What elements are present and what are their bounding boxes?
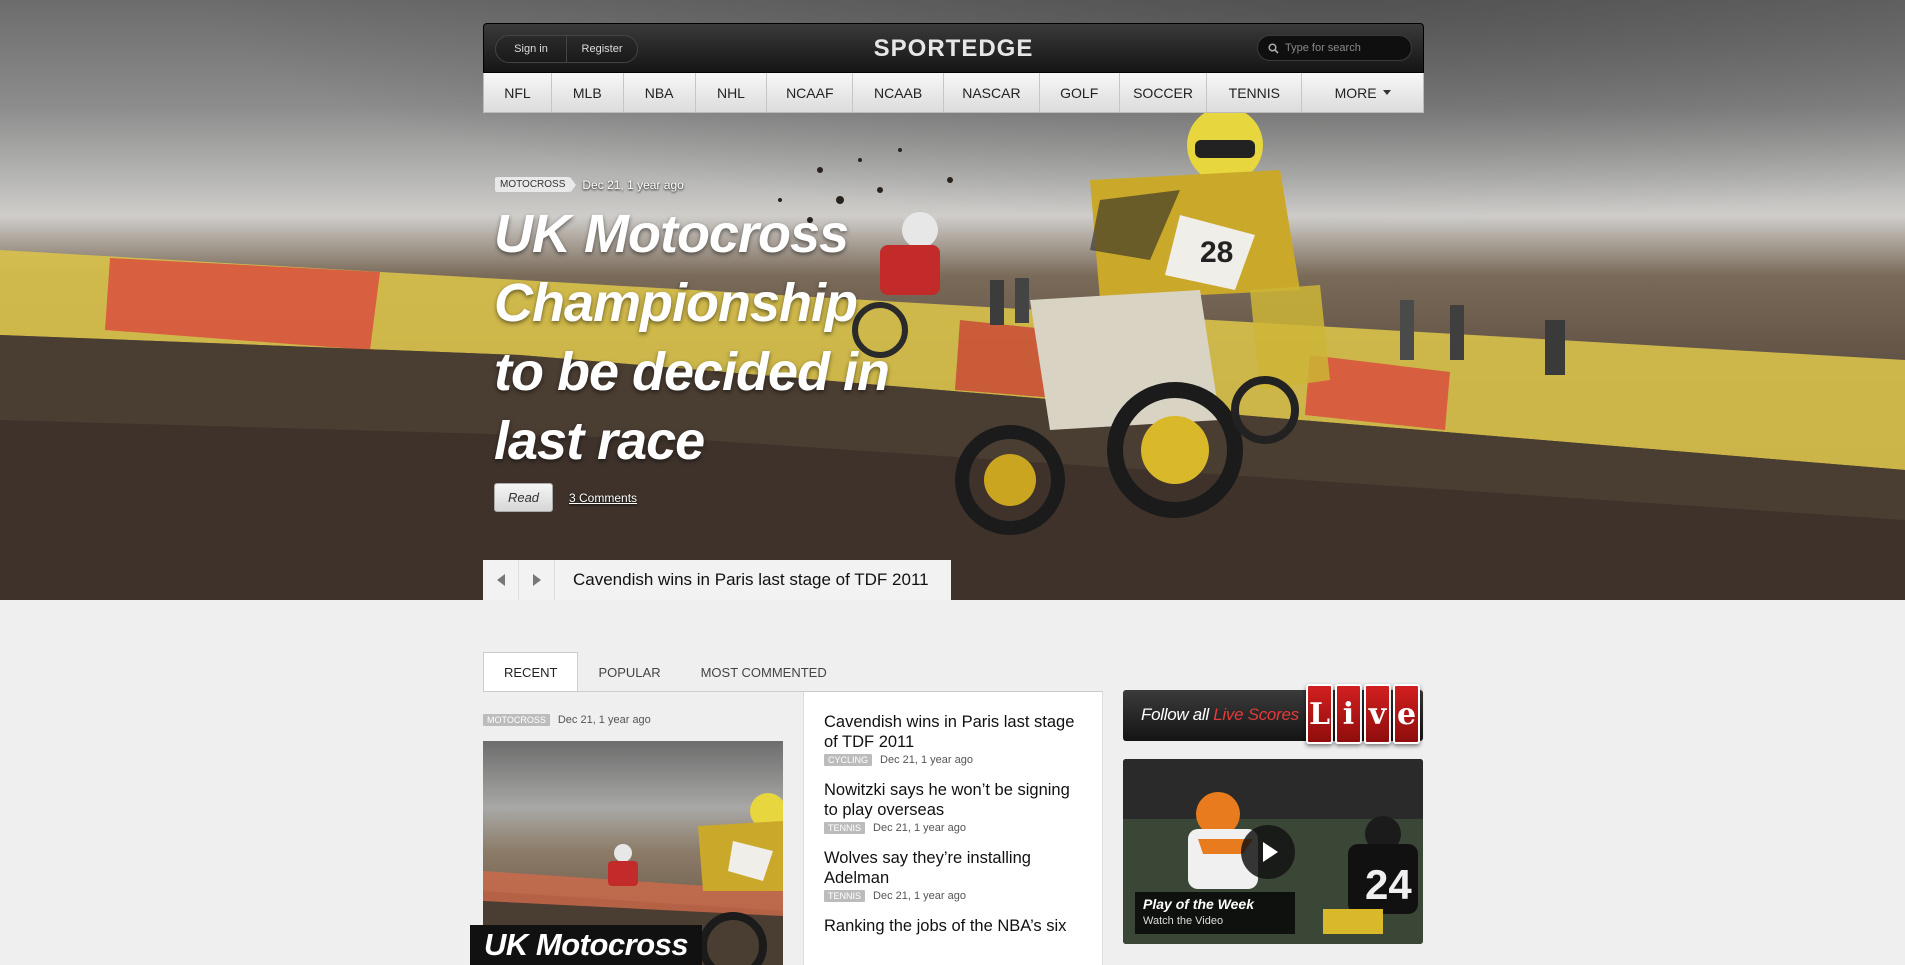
play-button[interactable] (1241, 825, 1295, 879)
nav-item-nhl[interactable]: NHL (696, 73, 768, 112)
news-category-tag[interactable]: TENNIS (824, 822, 866, 834)
nav-item-soccer[interactable]: SOCCER (1120, 73, 1208, 112)
nav-item-tennis[interactable]: TENNIS (1207, 73, 1303, 112)
live-letter: e (1393, 684, 1420, 744)
hero-meta: MOTOCROSS Dec 21, 1 year ago (495, 177, 684, 193)
tab-most-commented[interactable]: MOST COMMENTED (681, 652, 847, 692)
hero-headline[interactable]: UK Motocross Championship to be decided … (494, 200, 914, 476)
headline-slider: Cavendish wins in Paris last stage of TD… (483, 560, 951, 600)
tab-popular[interactable]: POPULAR (578, 652, 680, 692)
live-scores-banner[interactable]: Follow all Live Scores L i v e (1123, 684, 1423, 744)
nav-item-ncaab[interactable]: NCAAB (853, 73, 945, 112)
chevron-down-icon (1382, 90, 1391, 95)
nav-more-label: MORE (1334, 84, 1377, 101)
feature-caption[interactable]: UK Motocross (470, 925, 703, 965)
news-title[interactable]: Nowitzki says he won’t be signing to pla… (824, 780, 1082, 820)
nav-item-nba[interactable]: NBA (624, 73, 696, 112)
arrow-left-icon (496, 574, 505, 586)
live-letter: v (1364, 684, 1391, 744)
play-icon (1262, 842, 1278, 862)
live-letter: L (1306, 684, 1333, 744)
list-item: Ranking the jobs of the NBA’s six (824, 916, 1082, 936)
slider-next-button[interactable] (519, 560, 555, 600)
hero-date: Dec 21, 1 year ago (582, 177, 684, 192)
nav-item-nascar[interactable]: NASCAR (944, 73, 1040, 112)
feature-category-tag[interactable]: MOTOCROSS (483, 714, 550, 726)
list-item: Nowitzki says he won’t be signing to pla… (824, 780, 1082, 834)
nav-item-more[interactable]: MORE (1302, 73, 1423, 112)
list-item: Cavendish wins in Paris last stage of TD… (824, 712, 1082, 766)
news-meta: TENNIS Dec 21, 1 year ago (824, 890, 1082, 902)
slider-prev-button[interactable] (483, 560, 519, 600)
live-letter: i (1335, 684, 1362, 744)
news-category-tag[interactable]: TENNIS (824, 890, 866, 902)
video-thumbnail[interactable]: 24 Play of the Week Watch the Video (1123, 759, 1423, 944)
rider-number: 28 (1200, 236, 1233, 269)
jersey-number: 24 (1365, 861, 1412, 908)
nav-item-mlb[interactable]: MLB (552, 73, 624, 112)
read-button[interactable]: Read (494, 483, 553, 512)
feature-meta: MOTOCROSS Dec 21, 1 year ago (483, 714, 651, 726)
video-subtitle[interactable]: Watch the Video (1143, 915, 1287, 927)
video-caption: Play of the Week Watch the Video (1135, 892, 1295, 934)
nav-item-ncaaf[interactable]: NCAAF (767, 73, 854, 112)
article-tabs: RECENT POPULAR MOST COMMENTED (483, 652, 847, 692)
feature-date: Dec 21, 1 year ago (557, 714, 651, 726)
news-title[interactable]: Ranking the jobs of the NBA’s six (824, 916, 1082, 936)
video-title[interactable]: Play of the Week (1143, 896, 1287, 912)
search-input[interactable] (1285, 42, 1405, 54)
news-title[interactable]: Wolves say they’re installing Adelman (824, 848, 1082, 888)
search-icon (1268, 42, 1279, 54)
hero-category-tag[interactable]: MOTOCROSS (495, 177, 577, 193)
main-nav: NFL MLB NBA NHL NCAAF NCAAB NASCAR GOLF … (483, 73, 1424, 113)
comments-link[interactable]: 3 Comments (569, 491, 637, 505)
slider-headline[interactable]: Cavendish wins in Paris last stage of TD… (573, 570, 929, 590)
live-scores-highlight: Live Scores (1213, 705, 1299, 724)
nav-item-nfl[interactable]: NFL (484, 73, 552, 112)
live-scores-prefix: Follow all (1141, 705, 1214, 724)
news-title[interactable]: Cavendish wins in Paris last stage of TD… (824, 712, 1082, 752)
tab-recent[interactable]: RECENT (483, 652, 579, 692)
news-meta: TENNIS Dec 21, 1 year ago (824, 822, 1082, 834)
news-date: Dec 21, 1 year ago (873, 890, 966, 902)
list-item: Wolves say they’re installing Adelman TE… (824, 848, 1082, 902)
search-box (1257, 35, 1412, 61)
news-date: Dec 21, 1 year ago (873, 822, 966, 834)
live-scores-text: Follow all Live Scores (1141, 705, 1299, 725)
live-sign: L i v e (1306, 684, 1422, 744)
news-date: Dec 21, 1 year ago (880, 754, 973, 766)
top-bar: Sign in Register SPORTEDGE (483, 23, 1424, 73)
nav-item-golf[interactable]: GOLF (1040, 73, 1120, 112)
arrow-right-icon (532, 574, 541, 586)
news-list: Cavendish wins in Paris last stage of TD… (803, 692, 1103, 965)
news-category-tag[interactable]: CYCLING (824, 754, 873, 766)
news-meta: CYCLING Dec 21, 1 year ago (824, 754, 1082, 766)
